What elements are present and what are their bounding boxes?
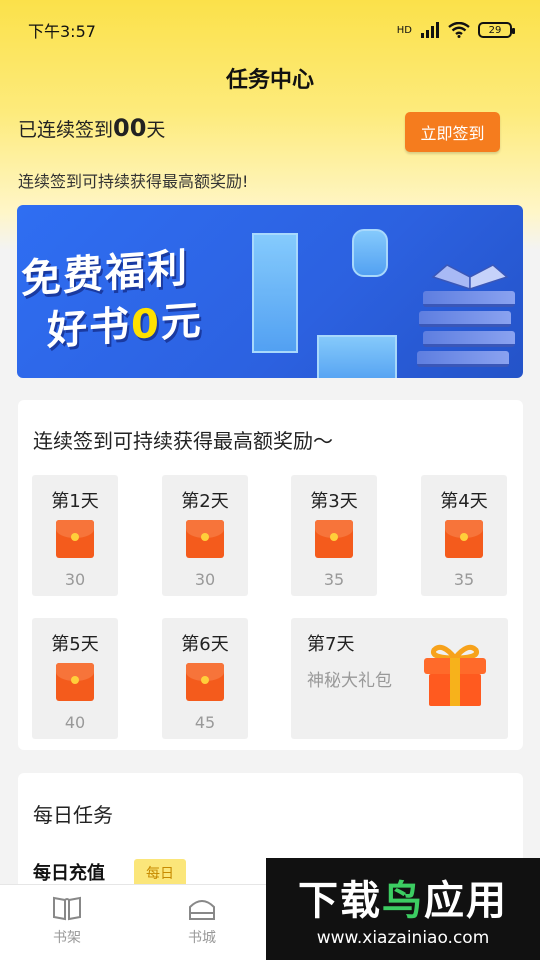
day-reward: 30 (194, 570, 216, 589)
watermark-title-mid: 鸟 (382, 878, 424, 924)
day-reward: 45 (194, 713, 216, 732)
banner-sub-suffix: 元 (160, 297, 203, 347)
watermark-title-suffix: 应用 (424, 878, 508, 924)
status-time: 下午3:57 (28, 22, 96, 41)
signed-prefix: 已连续签到 (18, 119, 114, 141)
day7-label: 第7天 (307, 634, 355, 655)
day-reward: 40 (64, 713, 86, 732)
day-tile-2[interactable]: 第2天 30 (162, 475, 248, 596)
sign-in-hint: 连续签到可持续获得最高额奖励! (18, 172, 249, 191)
book-stack-icon (417, 263, 515, 373)
daily-recharge-label: 每日充值 (33, 863, 105, 884)
signed-suffix: 天 (146, 119, 166, 141)
red-envelope-icon (445, 520, 483, 558)
signin-reward-card: 连续签到可持续获得最高额奖励～ 第1天 30 第2天 30 第3天 35 第4天… (18, 400, 523, 750)
red-envelope-icon (186, 520, 224, 558)
watermark-title-prefix: 下载 (298, 878, 382, 924)
day-reward: 35 (453, 570, 475, 589)
banner-zero: 0 (131, 300, 161, 349)
page-title: 任务中心 (225, 68, 314, 93)
day-tile-7[interactable]: 第7天 神秘大礼包 (291, 618, 508, 739)
tab-label: 书架 (53, 930, 81, 946)
day-reward: 35 (323, 570, 345, 589)
signin-card-title: 连续签到可持续获得最高额奖励～ (33, 429, 333, 453)
day-tile-4[interactable]: 第4天 35 (421, 475, 507, 596)
signal-icon (421, 22, 439, 38)
store-icon (189, 900, 215, 920)
day-label: 第4天 (440, 491, 488, 512)
red-envelope-icon (56, 520, 94, 558)
day-label: 第1天 (51, 491, 99, 512)
daily-tasks-title: 每日任务 (33, 803, 113, 827)
day-reward: 30 (64, 570, 86, 589)
status-icons: HD 29 (396, 22, 515, 38)
sign-in-button[interactable]: 立即签到 (405, 112, 500, 152)
battery-icon: 29 (478, 22, 515, 38)
red-envelope-icon (315, 520, 353, 558)
signed-days-count: 00 (113, 114, 147, 142)
tab-bookstore[interactable]: 书城 (162, 895, 242, 947)
promo-banner[interactable]: 免费福利 好书0元 (17, 205, 523, 378)
wifi-icon (448, 22, 470, 38)
watermark-title: 下载鸟应用 (266, 868, 540, 926)
red-envelope-icon (56, 663, 94, 701)
red-envelope-icon (186, 663, 224, 701)
day-label: 第6天 (181, 634, 229, 655)
book-icon (53, 896, 81, 921)
day-tile-6[interactable]: 第6天 45 (162, 618, 248, 739)
status-bar: 下午3:57 HD 29 (0, 0, 540, 60)
day-tile-5[interactable]: 第5天 40 (32, 618, 118, 739)
signed-days-text: 已连续签到00天 (18, 114, 165, 142)
tab-bookshelf[interactable]: 书架 (27, 895, 107, 947)
banner-subheadline: 好书0元 (47, 288, 203, 357)
battery-level: 29 (488, 24, 502, 36)
banner-decor-block (317, 335, 397, 378)
gift-box-icon (424, 644, 486, 706)
day7-reward: 神秘大礼包 (307, 671, 392, 691)
banner-sub-prefix: 好书 (47, 302, 131, 355)
banner-decor-cylinder (352, 229, 388, 277)
watermark-url: www.xiazainiao.com (316, 928, 490, 948)
day-tile-3[interactable]: 第3天 35 (291, 475, 377, 596)
banner-decor-cube (252, 233, 298, 353)
day-label: 第5天 (51, 634, 99, 655)
daily-badge: 每日 (134, 859, 186, 887)
watermark-overlay: 下载鸟应用 www.xiazainiao.com (266, 858, 540, 960)
network-label: HD (396, 24, 412, 36)
day-tile-1[interactable]: 第1天 30 (32, 475, 118, 596)
day-label: 第3天 (310, 491, 358, 512)
day-label: 第2天 (181, 491, 229, 512)
tab-label: 书城 (188, 930, 216, 946)
